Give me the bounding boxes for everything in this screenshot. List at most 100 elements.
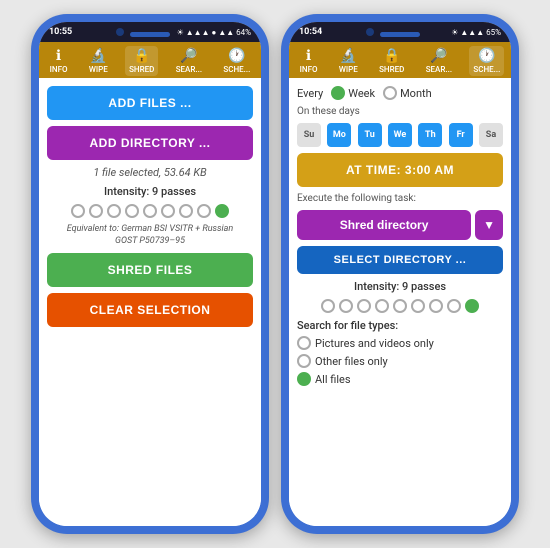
radio2-2[interactable]: [339, 299, 353, 313]
nav-label-wipe-1: WIPE: [89, 65, 108, 74]
day-tu[interactable]: Tu: [358, 123, 382, 147]
schedule-icon-1: 🕐: [228, 48, 245, 64]
month-option[interactable]: Month: [383, 86, 432, 100]
nav-bar-2: ℹ INFO 🔬 WIPE 🔒 SHRED 🔎 SEAR... 🕐: [289, 42, 511, 78]
day-th[interactable]: Th: [418, 123, 442, 147]
radio-1[interactable]: [71, 204, 85, 218]
clear-selection-button[interactable]: CLEAR SELECTION: [47, 293, 253, 327]
radio2-8[interactable]: [447, 299, 461, 313]
day-fr[interactable]: Fr: [449, 123, 473, 147]
execute-label: Execute the following task:: [297, 193, 503, 204]
phone-1: 10:55 ☀ ▲▲▲ ● ▲▲ 64% ℹ INFO 🔬 WIPE: [31, 14, 269, 534]
radio-4[interactable]: [125, 204, 139, 218]
info-icon-2: ℹ: [306, 48, 311, 64]
search-option-1[interactable]: Pictures and videos only: [297, 336, 503, 350]
nav-label-info-2: INFO: [300, 65, 318, 74]
radio2-9[interactable]: [465, 299, 479, 313]
nav-bar-1: ℹ INFO 🔬 WIPE 🔒 SHRED 🔎 SEAR... 🕐: [39, 42, 261, 78]
search-radio-3[interactable]: [297, 372, 311, 386]
content-1: ADD FILES ... ADD DIRECTORY ... 1 file s…: [39, 78, 261, 526]
nav-label-schedule-2: SCHE...: [473, 65, 500, 74]
status-icons-2: ☀ ▲▲▲ 65%: [451, 28, 501, 37]
phone-camera-2: [366, 28, 374, 36]
phone-2: 10:54 ☀ ▲▲▲ 65% ℹ INFO 🔬 WIPE 🔒: [281, 14, 519, 534]
radio-3[interactable]: [107, 204, 121, 218]
search-option-2[interactable]: Other files only: [297, 354, 503, 368]
search-option-2-label: Other files only: [315, 355, 388, 368]
wipe-icon-2: 🔬: [340, 48, 357, 64]
nav-shred-2[interactable]: 🔒 SHRED: [375, 46, 408, 76]
task-dropdown-button[interactable]: Shred directory: [297, 210, 471, 240]
nav-schedule-2[interactable]: 🕐 SCHE...: [469, 46, 504, 76]
week-label: Week: [348, 87, 375, 100]
info-icon-1: ℹ: [56, 48, 61, 64]
month-radio[interactable]: [383, 86, 397, 100]
week-radio[interactable]: [331, 86, 345, 100]
phone-camera-1: [116, 28, 124, 36]
day-su[interactable]: Su: [297, 123, 321, 147]
every-row: Every Week Month: [297, 86, 503, 100]
status-icons-1: ☀ ▲▲▲ ● ▲▲ 64%: [177, 28, 251, 37]
shred-files-button[interactable]: SHRED FILES: [47, 253, 253, 287]
days-row: Su Mo Tu We Th Fr Sa: [297, 123, 503, 147]
radio2-7[interactable]: [429, 299, 443, 313]
search-section: Search for file types: Pictures and vide…: [297, 319, 503, 386]
radio2-4[interactable]: [375, 299, 389, 313]
month-label: Month: [400, 87, 432, 100]
search-option-3[interactable]: All files: [297, 372, 503, 386]
select-directory-button[interactable]: SELECT DIRECTORY ...: [297, 246, 503, 274]
nav-shred-1[interactable]: 🔒 SHRED: [125, 46, 158, 76]
nav-label-wipe-2: WIPE: [339, 65, 358, 74]
radio2-1[interactable]: [321, 299, 335, 313]
phone-speaker-2: [380, 32, 420, 37]
day-we[interactable]: We: [388, 123, 412, 147]
nav-search-2[interactable]: 🔎 SEAR...: [422, 46, 456, 76]
intensity-label-2: Intensity: 9 passes: [297, 280, 503, 293]
radio-8[interactable]: [197, 204, 211, 218]
radio-6[interactable]: [161, 204, 175, 218]
nav-schedule-1[interactable]: 🕐 SCHE...: [219, 46, 254, 76]
day-mo[interactable]: Mo: [327, 123, 351, 147]
task-row: Shred directory ▼: [297, 210, 503, 240]
add-directory-button[interactable]: ADD DIRECTORY ...: [47, 126, 253, 160]
shred-icon-1: 🔒: [133, 48, 150, 64]
nav-label-shred-1: SHRED: [129, 65, 154, 74]
radio2-5[interactable]: [393, 299, 407, 313]
nav-search-1[interactable]: 🔎 SEAR...: [172, 46, 206, 76]
nav-label-schedule-1: SCHE...: [223, 65, 250, 74]
nav-info-2[interactable]: ℹ INFO: [296, 46, 322, 76]
radio2-6[interactable]: [411, 299, 425, 313]
nav-label-search-2: SEAR...: [426, 65, 452, 74]
search-icon-2: 🔎: [430, 48, 447, 64]
search-option-1-label: Pictures and videos only: [315, 337, 434, 350]
radio-5[interactable]: [143, 204, 157, 218]
nav-label-search-1: SEAR...: [176, 65, 202, 74]
intensity-radio-row-2: [297, 299, 503, 313]
intensity-label-1: Intensity: 9 passes: [47, 185, 253, 198]
search-radio-2[interactable]: [297, 354, 311, 368]
radio-7[interactable]: [179, 204, 193, 218]
search-icon-1: 🔎: [180, 48, 197, 64]
task-arrow-button[interactable]: ▼: [475, 210, 503, 240]
search-for-label: Search for file types:: [297, 319, 503, 332]
day-sa[interactable]: Sa: [479, 123, 503, 147]
on-these-days-label: On these days: [297, 106, 503, 117]
search-option-3-label: All files: [315, 373, 351, 386]
radio-9[interactable]: [215, 204, 229, 218]
nav-wipe-2[interactable]: 🔬 WIPE: [335, 46, 362, 76]
status-time-1: 10:55: [49, 27, 72, 37]
nav-wipe-1[interactable]: 🔬 WIPE: [85, 46, 112, 76]
add-files-button[interactable]: ADD FILES ...: [47, 86, 253, 120]
radio-2[interactable]: [89, 204, 103, 218]
equiv-text: Equivalent to: German BSI VSITR + Russia…: [47, 224, 253, 247]
at-time-button[interactable]: AT TIME: 3:00 AM: [297, 153, 503, 187]
nav-info-1[interactable]: ℹ INFO: [46, 46, 72, 76]
status-time-2: 10:54: [299, 27, 322, 37]
search-radio-1[interactable]: [297, 336, 311, 350]
schedule-icon-2: 🕐: [478, 48, 495, 64]
radio2-3[interactable]: [357, 299, 371, 313]
intensity-radio-row-1: [47, 204, 253, 218]
nav-label-info-1: INFO: [50, 65, 68, 74]
content-2: Every Week Month On these days Su Mo Tu: [289, 78, 511, 526]
week-option[interactable]: Week: [331, 86, 375, 100]
